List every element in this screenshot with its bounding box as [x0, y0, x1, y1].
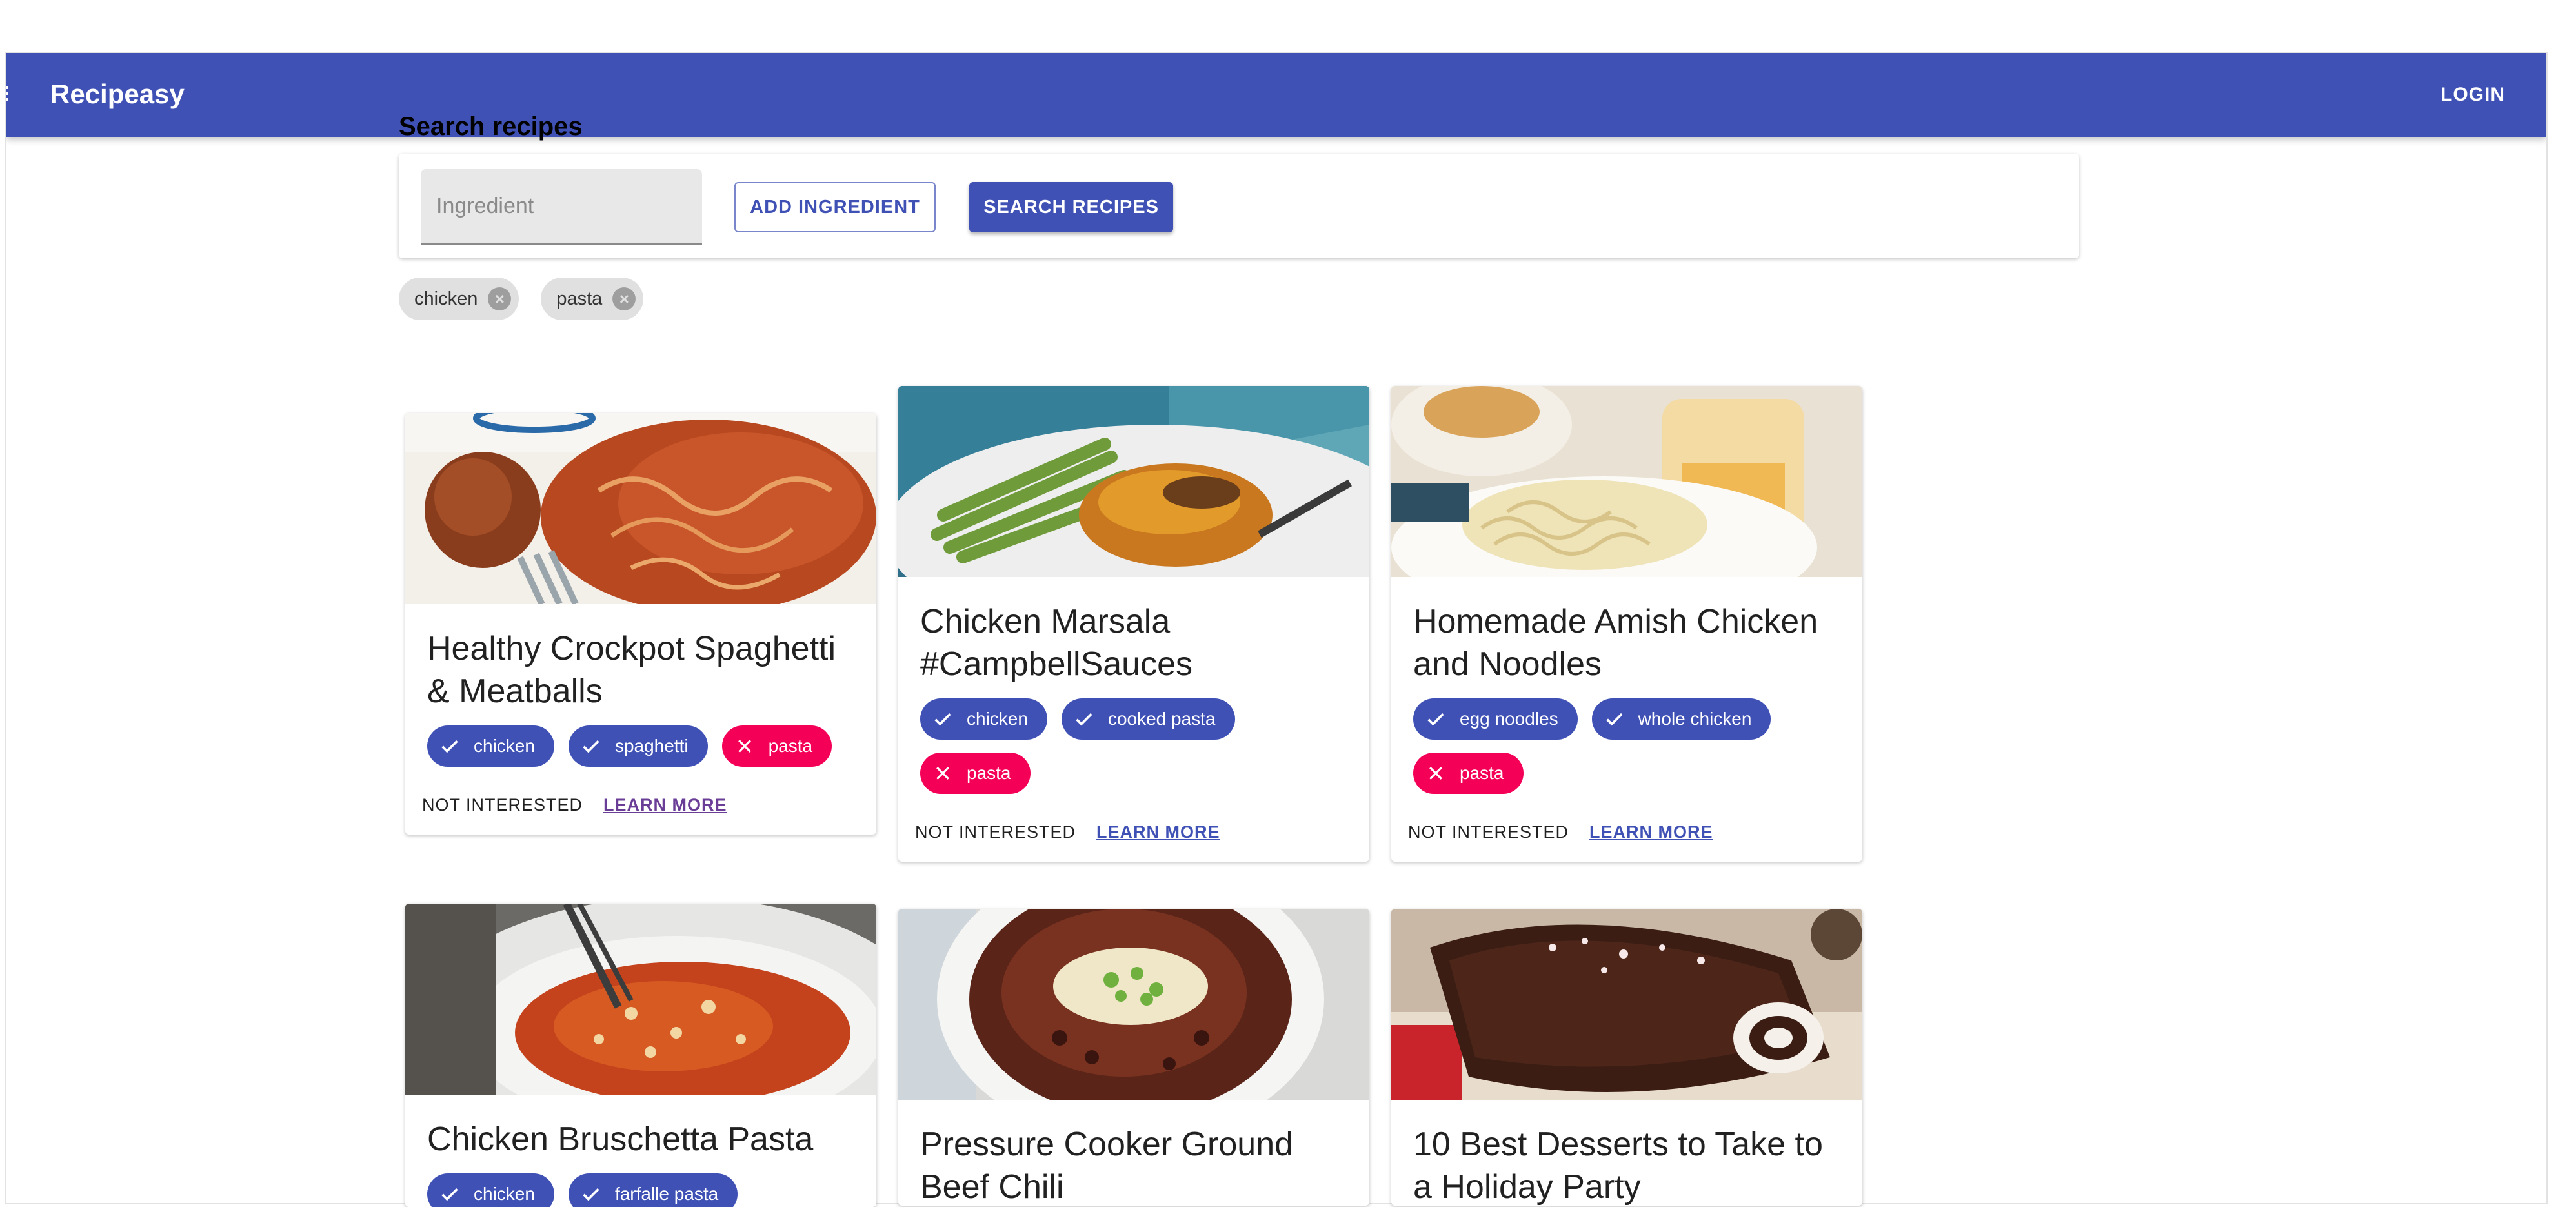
not-interested-button[interactable]: NOT INTERESTED — [1408, 822, 1569, 842]
check-icon — [931, 707, 955, 731]
check-icon — [1072, 707, 1096, 731]
ingredient-tag-missing: pasta — [920, 753, 1031, 794]
recipe-title: Healthy Crockpot Spaghetti & Meatballs — [427, 630, 836, 710]
cancel-circle-icon[interactable]: × — [612, 287, 636, 310]
close-icon — [732, 734, 757, 758]
not-interested-button[interactable]: NOT INTERESTED — [915, 822, 1076, 842]
ingredient-tag-have: cooked pasta — [1061, 698, 1235, 740]
ingredient-tag-have: egg noodles — [1413, 698, 1578, 740]
recipe-title: Pressure Cooker Ground Beef Chili — [920, 1126, 1294, 1206]
recipe-card: Chicken Marsala #CampbellSauces chicken … — [898, 386, 1369, 862]
card-actions: NOT INTERESTED LEARN MORE — [1391, 794, 1862, 862]
ingredient-tag-missing: pasta — [1413, 753, 1524, 794]
tag-label: egg noodles — [1460, 709, 1558, 729]
search-panel: ADD INGREDIENT SEARCH RECIPES — [399, 154, 2079, 258]
app-title: Recipeasy — [50, 79, 185, 109]
check-icon — [579, 1182, 603, 1206]
recipe-image — [1391, 386, 1862, 577]
not-interested-button[interactable]: NOT INTERESTED — [422, 795, 583, 815]
menu-icon[interactable] — [6, 86, 9, 103]
recipe-title: 10 Best Desserts to Take to a Holiday Pa… — [1413, 1126, 1823, 1206]
card-actions: NOT INTERESTED LEARN MORE — [405, 767, 876, 835]
ingredient-tag-have: chicken — [427, 1173, 554, 1207]
chip-label: chicken — [414, 288, 478, 309]
ingredient-chip-pasta[interactable]: pasta × — [541, 278, 644, 320]
ingredient-input[interactable] — [421, 169, 702, 245]
tag-label: chicken — [967, 709, 1028, 729]
recipe-card: Pressure Cooker Ground Beef Chili — [898, 909, 1369, 1206]
search-recipes-button[interactable]: SEARCH RECIPES — [969, 182, 1173, 232]
ingredient-tag-list: chicken cooked pasta pasta — [920, 698, 1347, 794]
recipe-card: Chicken Bruschetta Pasta chicken farfall… — [405, 904, 876, 1207]
learn-more-link[interactable]: LEARN MORE — [603, 795, 727, 815]
app-bar: Recipeasy LOGIN — [6, 53, 2546, 137]
ingredient-chip-chicken[interactable]: chicken × — [399, 278, 519, 320]
ingredient-tag-have: chicken — [427, 725, 554, 767]
check-icon — [1424, 707, 1448, 731]
recipe-card: 10 Best Desserts to Take to a Holiday Pa… — [1391, 909, 1862, 1206]
tag-label: spaghetti — [614, 736, 689, 756]
ingredient-tag-have: farfalle pasta — [568, 1173, 738, 1207]
tag-label: pasta — [1460, 763, 1504, 783]
recipe-image — [405, 904, 876, 1095]
ingredient-tag-have: chicken — [920, 698, 1047, 740]
recipe-card: Homemade Amish Chicken and Noodles egg n… — [1391, 386, 1862, 862]
check-icon — [1602, 707, 1627, 731]
tag-label: farfalle pasta — [614, 1184, 719, 1204]
recipe-image — [1391, 909, 1862, 1100]
ingredient-tag-have: whole chicken — [1591, 698, 1771, 740]
ingredient-tag-list: chicken spaghetti pasta — [427, 725, 854, 767]
recipe-image — [898, 386, 1369, 577]
ingredient-tag-missing: pasta — [721, 725, 832, 767]
tag-label: pasta — [768, 736, 813, 756]
recipe-title: Chicken Bruschetta Pasta — [427, 1121, 814, 1158]
ingredient-tag-list: egg noodles whole chicken pasta — [1413, 698, 1840, 794]
tag-label: whole chicken — [1638, 709, 1752, 729]
check-icon — [438, 1182, 462, 1206]
login-button[interactable]: LOGIN — [2422, 72, 2523, 117]
ingredient-tag-list: chicken farfalle pasta — [427, 1173, 854, 1207]
recipe-image — [898, 909, 1369, 1100]
add-ingredient-button[interactable]: ADD INGREDIENT — [734, 182, 936, 232]
chip-label: pasta — [556, 288, 603, 309]
tag-label: pasta — [967, 763, 1011, 783]
learn-more-link[interactable]: LEARN MORE — [1589, 822, 1713, 842]
check-icon — [579, 734, 603, 758]
tag-label: chicken — [474, 736, 535, 756]
recipe-title: Homemade Amish Chicken and Noodles — [1413, 603, 1818, 683]
recipe-card: Healthy Crockpot Spaghetti & Meatballs c… — [405, 413, 876, 835]
close-icon — [931, 761, 955, 786]
cancel-circle-icon[interactable]: × — [488, 287, 512, 310]
check-icon — [438, 734, 462, 758]
tag-label: cooked pasta — [1107, 709, 1216, 729]
close-icon — [1424, 761, 1448, 786]
recipe-image — [405, 413, 876, 604]
card-actions: NOT INTERESTED LEARN MORE — [898, 794, 1369, 862]
ingredient-tag-have: spaghetti — [568, 725, 708, 767]
ingredient-chip-list: chicken × pasta × — [399, 278, 644, 320]
search-heading: Search recipes — [399, 112, 583, 141]
recipe-title: Chicken Marsala #CampbellSauces — [920, 603, 1193, 683]
learn-more-link[interactable]: LEARN MORE — [1096, 822, 1220, 842]
tag-label: chicken — [474, 1184, 535, 1204]
